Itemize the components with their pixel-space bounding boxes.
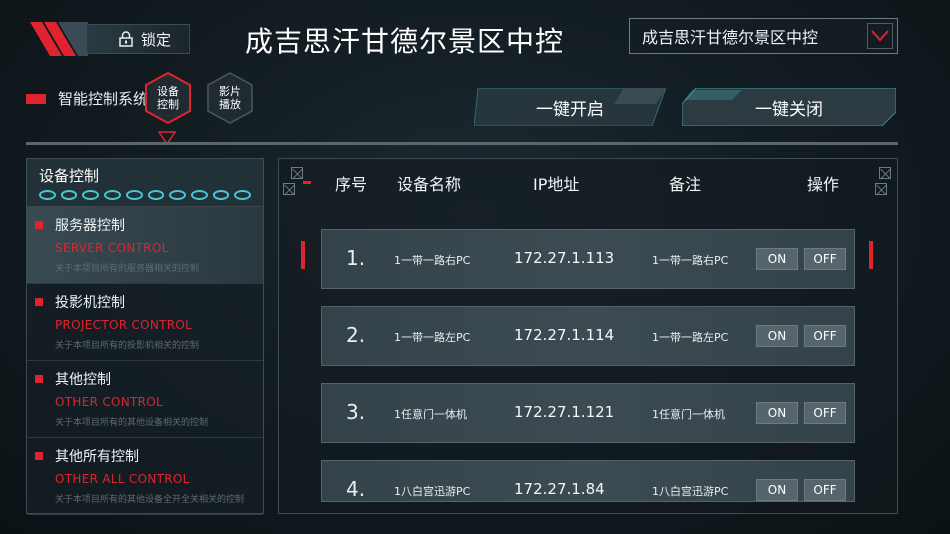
row-ip: 172.27.1.121 bbox=[514, 403, 615, 421]
sidebar-item-sublabel: OTHER CONTROL bbox=[55, 395, 164, 409]
on-button[interactable]: ON bbox=[756, 479, 798, 501]
sidebar-item-label: 其他控制 bbox=[55, 372, 111, 388]
lock-icon bbox=[119, 31, 133, 47]
sidebar-item-label: 其他所有控制 bbox=[55, 449, 139, 465]
table-row: 4. 1八白宫迅游PC 172.27.1.84 1八白宫迅游PC ON OFF bbox=[321, 460, 855, 502]
off-button[interactable]: OFF bbox=[804, 248, 846, 270]
tab-film-label: 影片播放 bbox=[219, 85, 241, 111]
scene-select[interactable]: 成吉思汗甘德尔景区中控 bbox=[629, 18, 898, 54]
corner-x-icon bbox=[879, 167, 891, 179]
column-header-no: 序号 bbox=[335, 175, 368, 194]
row-index: 4. bbox=[346, 477, 366, 501]
corner-x-icon bbox=[875, 183, 887, 195]
column-header-action: 操作 bbox=[807, 175, 840, 194]
on-button[interactable]: ON bbox=[756, 325, 798, 347]
row-device-name: 1八白宫迅游PC bbox=[394, 485, 471, 498]
row-device-name: 1任意门一体机 bbox=[394, 408, 467, 421]
row-remark: 1一带一路右PC bbox=[652, 254, 729, 267]
table-row: 1. 1一带一路右PC 172.27.1.113 1一带一路右PC ON OFF bbox=[321, 229, 855, 289]
page-title: 成吉思汗甘德尔景区中控 bbox=[245, 25, 565, 58]
lock-button[interactable]: 锁定 bbox=[28, 22, 190, 56]
column-header-remark: 备注 bbox=[669, 175, 702, 194]
tab-film-playback[interactable]: 影片播放 bbox=[207, 72, 253, 124]
sidebar-item-other-all[interactable]: 其他所有控制 OTHER ALL CONTROL 关于本项目所有的其他设备全开全… bbox=[27, 438, 263, 515]
column-header-ip: IP地址 bbox=[533, 175, 580, 194]
sidebar-header: 设备控制 bbox=[27, 159, 263, 207]
red-marker bbox=[35, 452, 43, 460]
chevron-down-icon[interactable] bbox=[867, 23, 893, 49]
corner-x-icon bbox=[283, 183, 295, 195]
sidebar-item-desc: 关于本项目所有的服务器相关的控制 bbox=[55, 264, 200, 274]
all-off-button[interactable]: 一键关闭 bbox=[682, 88, 896, 126]
system-label: 智能控制系统 bbox=[58, 90, 149, 108]
off-button[interactable]: OFF bbox=[804, 479, 846, 501]
tab-device-label: 设备控制 bbox=[157, 85, 179, 111]
sidebar-item-sublabel: SERVER CONTROL bbox=[55, 241, 169, 255]
chain-decoration-icon bbox=[39, 190, 252, 200]
on-button[interactable]: ON bbox=[756, 248, 798, 270]
system-label-row: 智能控制系统 bbox=[26, 88, 148, 109]
sidebar-item-other[interactable]: 其他控制 OTHER CONTROL 关于本项目所有的其他设备相关的控制 bbox=[27, 361, 263, 438]
red-marker bbox=[35, 298, 43, 306]
sidebar-item-desc: 关于本项目所有的其他设备全开全关相关的控制 bbox=[55, 495, 245, 505]
row-device-name: 1一带一路右PC bbox=[394, 254, 471, 267]
tab-device-control[interactable]: 设备控制 bbox=[145, 72, 191, 124]
sidebar-item-sublabel: OTHER ALL CONTROL bbox=[55, 472, 190, 486]
all-on-label: 一键开启 bbox=[536, 99, 604, 120]
scroll-marker-left bbox=[301, 241, 305, 269]
sidebar: 设备控制 服务器控制 SERVER CONTROL 关于本项目所有的服务器相关的… bbox=[26, 158, 264, 515]
row-ip: 172.27.1.84 bbox=[514, 480, 605, 498]
red-marker bbox=[303, 181, 311, 184]
red-marker bbox=[35, 221, 43, 229]
row-index: 1. bbox=[346, 246, 366, 270]
sidebar-item-server[interactable]: 服务器控制 SERVER CONTROL 关于本项目所有的服务器相关的控制 bbox=[27, 207, 263, 284]
off-button[interactable]: OFF bbox=[804, 325, 846, 347]
sidebar-title: 设备控制 bbox=[39, 167, 100, 185]
column-header-name: 设备名称 bbox=[397, 175, 462, 194]
sidebar-item-projector[interactable]: 投影机控制 PROJECTOR CONTROL 关于本项目所有的投影机相关的控制 bbox=[27, 284, 263, 361]
row-index: 3. bbox=[346, 400, 366, 424]
row-ip: 172.27.1.114 bbox=[514, 326, 615, 344]
table-row: 2. 1一带一路左PC 172.27.1.114 1一带一路左PC ON OFF bbox=[321, 306, 855, 366]
off-button[interactable]: OFF bbox=[804, 402, 846, 424]
sidebar-item-label: 服务器控制 bbox=[55, 218, 125, 234]
all-on-button[interactable]: 一键开启 bbox=[474, 88, 666, 126]
sidebar-item-sublabel: PROJECTOR CONTROL bbox=[55, 318, 193, 332]
row-device-name: 1一带一路左PC bbox=[394, 331, 471, 344]
red-stripes-icon bbox=[30, 22, 88, 56]
all-off-label: 一键关闭 bbox=[755, 99, 823, 120]
on-button[interactable]: ON bbox=[756, 402, 798, 424]
scene-select-value: 成吉思汗甘德尔景区中控 bbox=[642, 28, 819, 47]
sidebar-item-desc: 关于本项目所有的投影机相关的控制 bbox=[55, 341, 200, 351]
red-marker bbox=[35, 375, 43, 383]
divider bbox=[26, 142, 898, 145]
row-remark: 1一带一路左PC bbox=[652, 331, 729, 344]
row-index: 2. bbox=[346, 323, 366, 347]
table-row: 3. 1任意门一体机 172.27.1.121 1任意门一体机 ON OFF bbox=[321, 383, 855, 443]
row-ip: 172.27.1.113 bbox=[514, 249, 615, 267]
row-remark: 1任意门一体机 bbox=[652, 408, 725, 421]
sidebar-item-label: 投影机控制 bbox=[55, 295, 125, 311]
scroll-marker-right bbox=[869, 241, 873, 269]
row-remark: 1八白宫迅游PC bbox=[652, 485, 729, 498]
device-table: 序号 设备名称 IP地址 备注 操作 1. 1一带一路右PC 172.27.1.… bbox=[278, 158, 898, 514]
sidebar-item-desc: 关于本项目所有的其他设备相关的控制 bbox=[55, 418, 209, 428]
red-marker bbox=[26, 93, 46, 104]
corner-x-icon bbox=[291, 167, 303, 179]
lock-label: 锁定 bbox=[141, 30, 172, 49]
